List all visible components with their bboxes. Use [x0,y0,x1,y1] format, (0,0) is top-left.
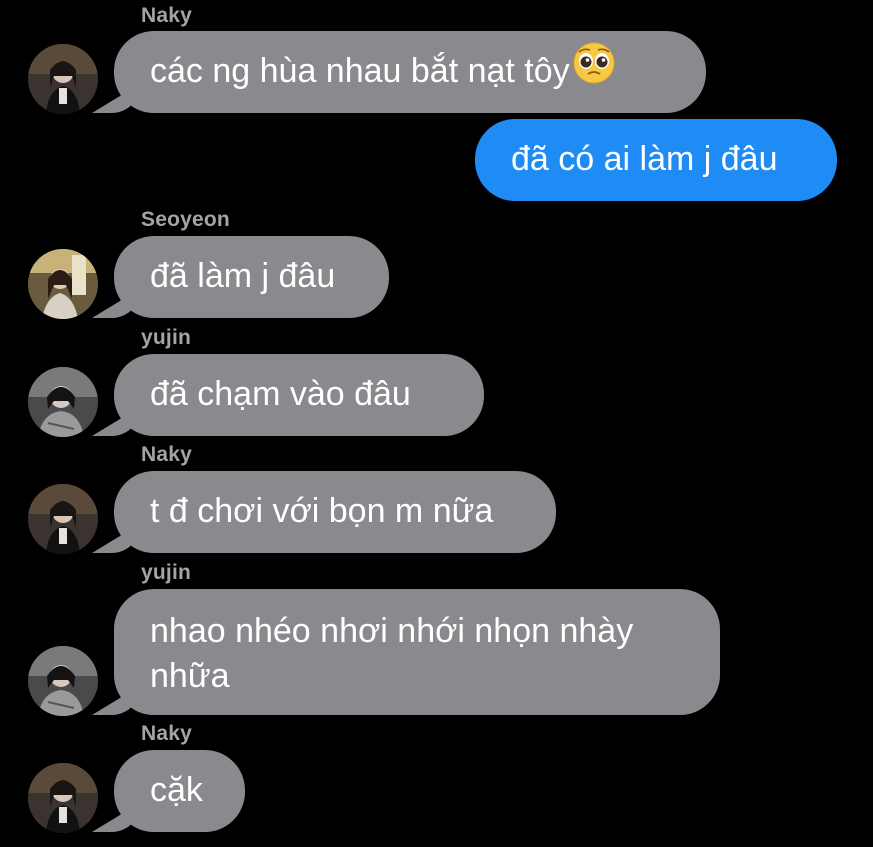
sender-name: Seoyeon [141,208,230,231]
avatar-yujin[interactable] [28,646,98,716]
message-bubble[interactable]: nhao nhéo nhơi nhới nhọn nhày nhữa [114,589,720,715]
sender-name: Naky [141,443,193,466]
message-text: đã có ai làm j đâu [511,140,778,178]
message-bubble-outgoing[interactable]: đã có ai làm j đâu [475,119,837,201]
message-text: t đ chơi với bọn m nữa [150,492,494,530]
message-bubble[interactable]: đã chạm vào đâu [114,354,484,436]
chat-thread: Naky các ng hùa nhau bắt nạt tôy đã có a… [0,0,873,847]
sender-name: yujin [141,561,192,584]
message-bubble[interactable]: t đ chơi với bọn m nữa [114,471,556,553]
avatar-yujin[interactable] [28,367,98,437]
message-bubble[interactable]: cặk [114,750,245,832]
message-text-line: nhữa [150,657,230,695]
message-text: các ng hùa nhau bắt nạt tôy [150,52,570,90]
message-text: đã làm j đâu [150,257,336,295]
avatar-seoyeon[interactable] [28,249,98,319]
message-text: đã chạm vào đâu [150,375,411,413]
message-bubble[interactable]: các ng hùa nhau bắt nạt tôy [114,31,706,113]
avatar-naky[interactable] [28,484,98,554]
message-text-line: nhao nhéo nhơi nhới nhọn nhày [150,612,634,650]
sender-name: Naky [141,722,193,745]
message-bubble[interactable]: đã làm j đâu [114,236,389,318]
sender-name: Naky [141,4,193,27]
avatar-naky[interactable] [28,44,98,114]
message-text: cặk [150,771,203,809]
sender-name: yujin [141,326,192,349]
avatar-naky[interactable] [28,763,98,833]
pleading-face-icon [572,41,616,97]
